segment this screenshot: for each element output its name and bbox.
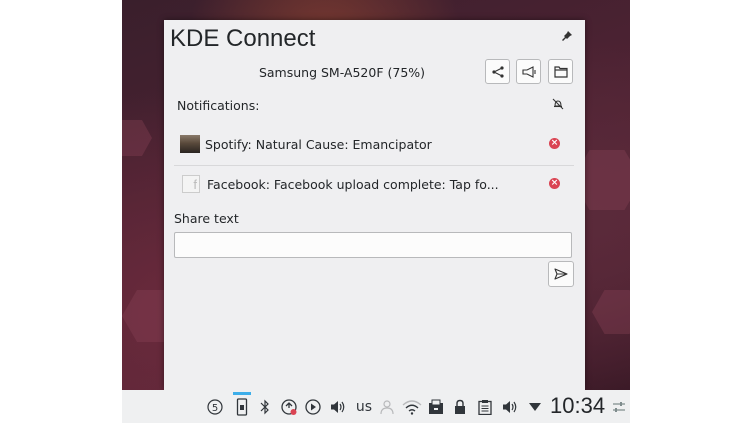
notifications-label: Notifications: [177,98,260,113]
svg-text:5: 5 [212,403,218,414]
send-icon [554,268,568,280]
five-circle-icon[interactable]: 5 [206,390,224,423]
dismiss-notification-icon[interactable]: × [549,138,560,149]
device-notifier-icon[interactable] [427,390,445,423]
dismiss-notification-icon[interactable]: × [549,178,560,189]
notification-item[interactable]: Spotify: Natural Cause: Emancipator × [174,125,574,163]
volume-icon[interactable] [328,390,348,423]
facebook-icon: f [182,175,200,193]
notification-text: Facebook: Facebook upload complete: Tap … [207,176,499,192]
keyboard-layout-indicator[interactable]: us [353,390,375,423]
taskbar-panel: 5 us 10:34 [122,390,630,423]
wallpaper-hexagon [122,120,152,156]
tray-expand-arrow-icon[interactable] [527,390,543,423]
audio-volume-icon[interactable] [500,390,520,423]
share-text-label: Share text [174,211,239,226]
panel-settings-icon[interactable] [611,390,627,423]
popup-title: KDE Connect [170,25,316,52]
kdeconnect-phone-icon[interactable] [233,390,251,423]
wifi-icon[interactable] [401,390,423,423]
device-name: Samsung SM-A520F (75%) [258,65,426,80]
browse-device-button[interactable] [548,59,573,84]
share-button[interactable] [485,59,510,84]
folder-icon [553,66,568,78]
lock-icon[interactable] [452,390,468,423]
megaphone-icon [521,65,536,78]
notification-item[interactable]: f Facebook: Facebook upload complete: Ta… [174,165,574,203]
clear-notifications-icon[interactable] [551,96,565,115]
ring-device-button[interactable] [516,59,541,84]
media-player-icon[interactable] [304,390,322,423]
clipboard-icon[interactable] [476,390,494,423]
user-switch-icon[interactable] [378,390,396,423]
pin-icon[interactable] [561,30,573,45]
bluetooth-icon[interactable] [258,390,272,423]
share-text-input[interactable] [174,232,572,258]
spotify-album-thumbnail [180,135,200,153]
wallpaper-hexagon [592,290,630,334]
digital-clock[interactable]: 10:34 [550,393,605,419]
kdeconnect-popup: KDE Connect Samsung SM-A520F (75%) Notif… [164,20,585,390]
send-button[interactable] [548,261,574,287]
share-icon [491,65,504,78]
notification-text: Spotify: Natural Cause: Emancipator [205,136,432,152]
updates-icon[interactable] [279,390,299,423]
